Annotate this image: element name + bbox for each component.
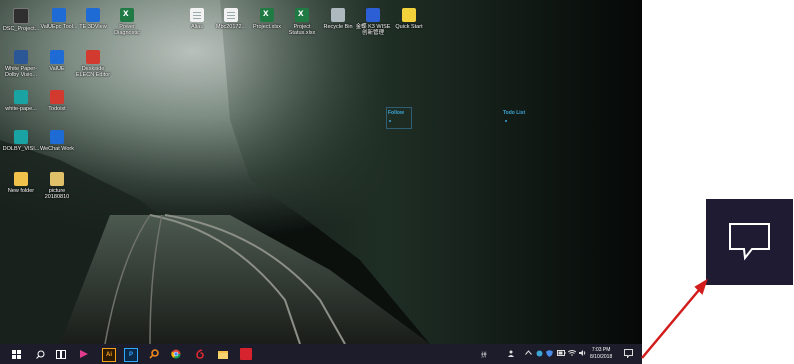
desktop-icon-dolby-visi[interactable]: DOLBY_VISI... (2, 130, 40, 152)
folder-icon (14, 172, 28, 186)
search-app-icon[interactable] (148, 348, 160, 360)
desktop-icon-project-xlsx[interactable]: Project.xlsx (248, 8, 286, 30)
todo-list-widget-label[interactable]: Todo List (503, 110, 525, 116)
word-icon (14, 50, 28, 64)
taskbar-clock[interactable]: 7:03 PM 8/10/2018 (590, 347, 612, 361)
k3-icon (366, 8, 380, 22)
people-icon[interactable] (508, 350, 516, 359)
desktop-icon-quick-start[interactable]: Quick Start (390, 8, 428, 30)
photoshop-icon[interactable]: P (124, 348, 138, 362)
desktop-icon-mbc[interactable]: Mbc20172... (212, 8, 250, 30)
desktop-icon-project-status[interactable]: Project Status.xlsx (283, 8, 321, 36)
app-icon (52, 8, 66, 22)
desktop-icon-white-paper[interactable]: White Paper-Dolby Visio... (2, 50, 40, 78)
excel-icon (295, 8, 309, 22)
file-explorer-icon[interactable] (217, 348, 229, 360)
taskbar: Ai P 拼 7:03 PM 8/10/2018 (0, 344, 642, 364)
desktop-icon-valuepc-tool[interactable]: ValUEpc Tool... (40, 8, 78, 30)
document-icon (190, 8, 204, 22)
desktop-screen: DSC_Project... ValUEpc Tool... TE 3DView… (0, 0, 642, 364)
desktop-icon-deskside-editor[interactable]: Deskside ELECN Editor (74, 50, 112, 78)
wifi-icon[interactable] (567, 350, 577, 358)
volume-icon[interactable] (579, 350, 587, 358)
teal-app-icon (14, 90, 28, 104)
editor-icon (86, 50, 100, 64)
image-icon (14, 130, 28, 144)
shortcut-icon (224, 8, 238, 22)
ime-indicator[interactable]: 拼 (481, 350, 487, 359)
tray-app-icon[interactable] (536, 350, 543, 359)
todoist-icon (50, 90, 64, 104)
wechat-work-icon (50, 130, 64, 144)
desktop-icon-new-folder[interactable]: New folder (2, 172, 40, 194)
recycle-bin-icon (331, 8, 345, 22)
action-center-icon (729, 223, 770, 261)
desktop-icon-k3-wise[interactable]: 金蝶 K3 WISE 创新管理 (354, 8, 392, 36)
battery-icon[interactable] (557, 350, 566, 358)
action-center-icon[interactable] (624, 349, 633, 360)
start-icon[interactable] (10, 348, 22, 360)
media-player-icon[interactable] (78, 348, 90, 360)
desktop-icon-todoist[interactable]: Todoist (38, 90, 76, 112)
value-icon (50, 50, 64, 64)
clock-time: 7:03 PM (591, 347, 611, 353)
excel-icon (260, 8, 274, 22)
security-shield-icon[interactable] (546, 350, 553, 359)
desktop-icon-value[interactable]: ValUE (38, 50, 76, 72)
action-center-zoom-callout (706, 199, 793, 285)
todo-dot (505, 120, 507, 122)
desktop-icon-picture-20180810[interactable]: picture 20180810 (38, 172, 76, 200)
desktop-icon-power-diagnostic[interactable]: Power Diagnostic (108, 8, 146, 36)
app-icon (86, 8, 100, 22)
picture-icon (50, 172, 64, 186)
search-icon[interactable] (34, 348, 46, 360)
chrome-icon[interactable] (170, 348, 182, 360)
illustrator-icon[interactable]: Ai (102, 348, 116, 362)
show-hidden-icons-chevron-up-icon[interactable] (525, 350, 532, 357)
quick-start-icon (402, 8, 416, 22)
excel-icon (120, 8, 134, 22)
desktop-icon-te-3dview[interactable]: TE 3DView (74, 8, 112, 30)
desktop-icon-recycle-bin[interactable]: Recycle Bin (319, 8, 357, 30)
red-app-icon[interactable] (240, 348, 252, 360)
desktop-icon-wechat-work[interactable]: WeChat Work (38, 130, 76, 152)
desktop-icon-white-pape[interactable]: white-pape... (2, 90, 40, 112)
desktop-icon-dsc-project[interactable]: DSC_Project... (2, 8, 40, 32)
app-shortcut-icon (13, 8, 29, 24)
clock-date: 8/10/2018 (590, 354, 613, 360)
task-view-icon[interactable] (55, 348, 67, 360)
follow-dot (389, 120, 391, 122)
netease-music-icon[interactable] (194, 348, 206, 360)
follow-widget-label: Follow (388, 110, 404, 116)
desktop-icon-alias[interactable]: Alias (178, 8, 216, 30)
